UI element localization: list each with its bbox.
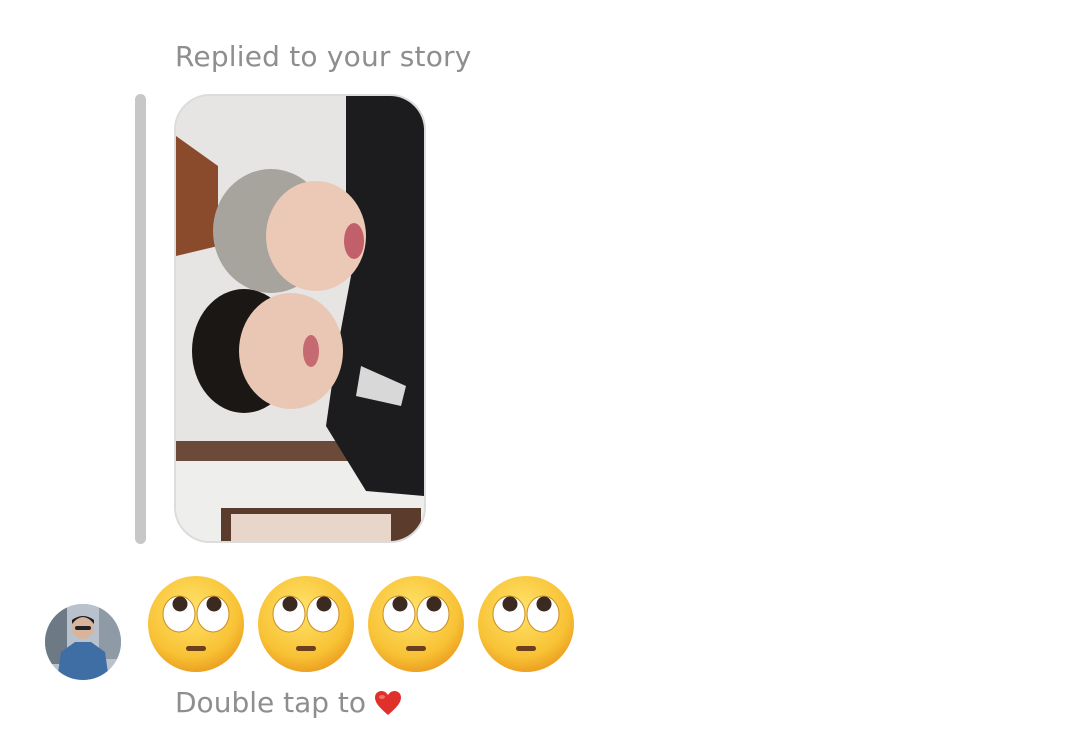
rolling-eyes-emoji <box>476 574 576 674</box>
reply-quote-bar <box>135 94 146 544</box>
double-tap-hint: Double tap to <box>175 686 402 719</box>
double-tap-label: Double tap to <box>175 686 367 719</box>
sender-avatar[interactable] <box>45 604 121 680</box>
avatar-photo <box>45 604 121 680</box>
rolling-eyes-emoji <box>366 574 466 674</box>
rolling-eyes-emoji <box>146 574 246 674</box>
rolling-eyes-emoji <box>256 574 356 674</box>
story-photo <box>176 96 424 541</box>
story-thumbnail[interactable] <box>174 94 426 543</box>
reaction-emoji-row <box>146 574 576 674</box>
dm-thread: Replied to your story Double tap to <box>0 0 1075 749</box>
story-reply-label: Replied to your story <box>175 40 472 73</box>
red-heart-icon <box>374 690 402 716</box>
